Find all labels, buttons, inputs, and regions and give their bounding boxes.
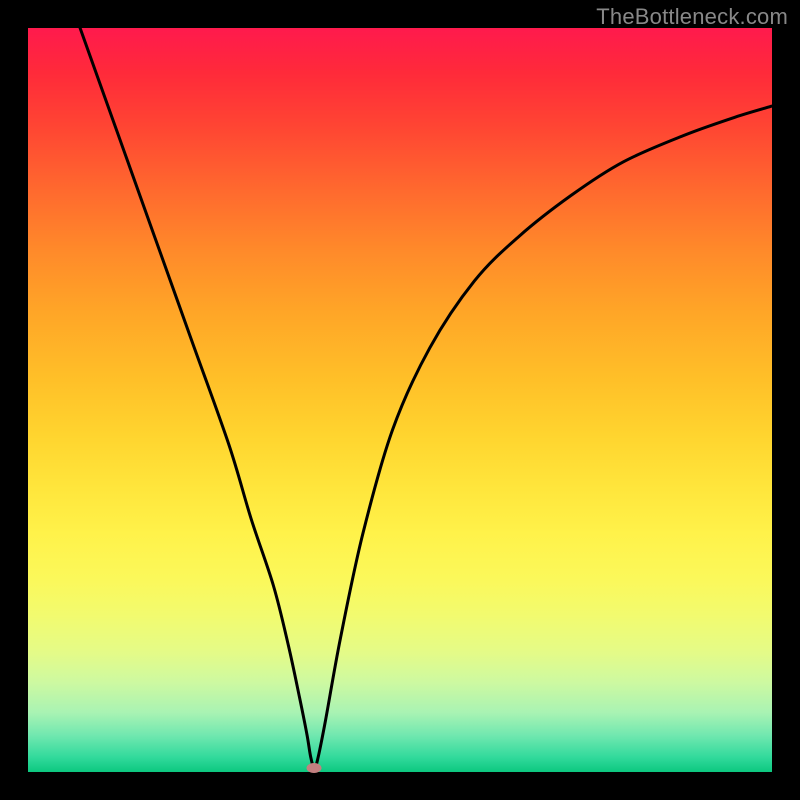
chart-plot-area xyxy=(28,28,772,772)
chart-curve-svg xyxy=(28,28,772,772)
chart-min-marker xyxy=(307,763,322,773)
chart-curve-path xyxy=(80,28,772,768)
watermark-text: TheBottleneck.com xyxy=(596,4,788,30)
